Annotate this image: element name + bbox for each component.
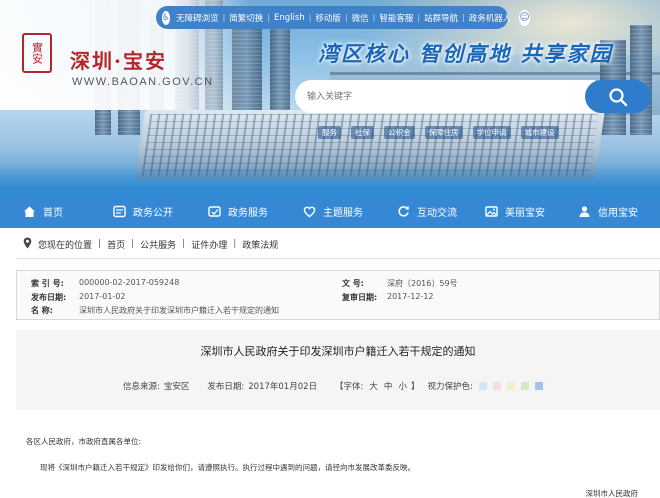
meta-doc-value: 深府〔2016〕59号	[387, 279, 458, 288]
article-title: 深圳市人民政府关于印发深圳市户籍迁入若干规定的通知	[200, 345, 476, 358]
breadcrumb-separator: |	[98, 239, 102, 249]
meta-doc-label: 文 号:	[342, 279, 364, 288]
refresh-icon	[396, 205, 410, 219]
person-icon	[577, 205, 591, 219]
top-link-mobile[interactable]: 移动版	[311, 12, 345, 24]
top-link-english[interactable]: English	[270, 13, 309, 23]
nav-label: 主题服务	[323, 208, 363, 219]
breadcrumb-prefix: 您现在的位置	[38, 240, 93, 251]
robot-icon[interactable]: ☺	[519, 9, 530, 26]
top-link-robot[interactable]: 政务机器人	[465, 12, 516, 24]
meta-review-label: 复审日期:	[342, 293, 378, 302]
site-url: WWW.BAOAN.GOV.CN	[72, 76, 214, 88]
service-icon	[207, 205, 221, 219]
image-icon	[484, 205, 498, 219]
article-info-bar: 信息来源: 宝安区 发布日期: 2017年01月02日 【字体: 大 中 小 】…	[123, 380, 543, 392]
ground-fade	[0, 165, 660, 195]
meta-pub-label: 发布日期:	[31, 293, 67, 302]
nav-item-home[interactable]: 首页	[22, 195, 63, 228]
color-swatch[interactable]	[520, 382, 529, 390]
top-link-traditional[interactable]: 简繁切换	[225, 12, 267, 24]
top-link-wechat[interactable]: 微信	[348, 12, 373, 24]
color-swatch[interactable]	[492, 382, 501, 390]
location-pin-icon	[23, 237, 32, 252]
document-meta-table: 索 引 号: 000000-02-2017-059248 文 号: 深府〔201…	[16, 270, 660, 320]
source-value: 宝安区	[163, 382, 190, 392]
breadcrumb-item-id-handling[interactable]: 证件办理	[191, 238, 227, 251]
nav-label: 互动交流	[417, 208, 457, 219]
nav-item-theme-service[interactable]: 主题服务	[302, 195, 363, 228]
color-swatch[interactable]	[506, 382, 515, 390]
article-header: 深圳市人民政府关于印发深圳市户籍迁入若干规定的通知 信息来源: 宝安区 发布日期…	[16, 330, 660, 410]
color-swatch[interactable]	[534, 382, 543, 390]
nav-label: 首页	[43, 208, 63, 219]
font-size-close: 】	[410, 382, 420, 392]
main-nav: 首页 政务公开 政务服务 主题服务 互动交流 美丽宝安 信用宝安	[0, 195, 660, 228]
nav-item-gov-affairs[interactable]: 政务公开	[112, 195, 173, 228]
vision-protect-label: 视力保护色:	[427, 382, 473, 392]
signoff: 深圳市人民政府	[585, 489, 639, 498]
meta-pub-value: 2017-01-02	[79, 292, 126, 301]
top-link-site-nav[interactable]: 站群导航	[420, 12, 462, 24]
nav-item-interaction[interactable]: 互动交流	[396, 195, 457, 228]
sub-link[interactable]: 保障住房	[424, 126, 463, 139]
breadcrumb-separator: |	[182, 239, 186, 249]
baoan-seal-logo[interactable]: 實安	[22, 33, 52, 73]
color-swatch[interactable]	[478, 382, 487, 390]
date-label: 发布日期:	[207, 382, 245, 392]
sub-link[interactable]: 服务	[318, 126, 341, 139]
nav-label: 美丽宝安	[505, 208, 545, 219]
nav-label: 政务服务	[228, 208, 268, 219]
divider	[16, 258, 660, 259]
header-banner: 實安 深圳·宝安 WWW.BAOAN.GOV.CN 湾区核心 智创高地 共享家园…	[0, 0, 660, 195]
meta-index-value: 000000-02-2017-059248	[79, 278, 180, 287]
heart-icon	[302, 205, 316, 219]
banner-sub-links: 服务 社保 公积金 保障住房 学位申请 城市建设	[318, 126, 559, 139]
font-size-large[interactable]: 大	[369, 380, 378, 392]
breadcrumb-separator: |	[233, 239, 237, 249]
nav-item-beautiful-baoan[interactable]: 美丽宝安	[484, 195, 545, 228]
top-link-smart-service[interactable]: 智能客服	[375, 12, 417, 24]
body-paragraph: 现将《深圳市户籍迁入若干规定》印发给你们，请遵照执行。执行过程中遇到的问题，请径…	[40, 463, 415, 472]
breadcrumb: 您现在的位置 | 首页 | 公共服务 | 证件办理 | 政策法规	[23, 236, 278, 252]
home-icon	[22, 205, 36, 219]
search-box	[295, 80, 651, 113]
font-size-label: 【字体:	[335, 382, 364, 392]
top-links-bar: ♿ 无障碍浏览 | 简繁切换 | English | 移动版 | 微信 | 智能…	[156, 6, 530, 29]
nav-label: 政务公开	[133, 208, 173, 219]
seal-text: 實安	[30, 42, 44, 64]
meta-name-value: 深圳市人民政府关于印发深圳市户籍迁入若干规定的通知	[79, 306, 279, 315]
top-link-accessibility[interactable]: 无障碍浏览	[172, 12, 223, 24]
breadcrumb-item-home[interactable]: 首页	[107, 238, 125, 251]
font-size-small[interactable]: 小	[398, 380, 407, 392]
breadcrumb-item-policy[interactable]: 政策法规	[242, 238, 278, 251]
date-value: 2017年01月02日	[248, 382, 318, 392]
sub-link[interactable]: 城市建设	[520, 126, 559, 139]
source-label: 信息来源:	[123, 382, 160, 392]
breadcrumb-separator: |	[131, 239, 135, 249]
font-size-medium[interactable]: 中	[384, 380, 393, 392]
news-icon	[112, 205, 126, 219]
breadcrumb-item-public-service[interactable]: 公共服务	[140, 238, 176, 251]
sub-link[interactable]: 社保	[351, 126, 374, 139]
slogan: 湾区核心 智创高地 共享家园	[318, 41, 613, 66]
nav-item-gov-service[interactable]: 政务服务	[207, 195, 268, 228]
nav-item-credit-baoan[interactable]: 信用宝安	[577, 195, 638, 228]
accessibility-icon[interactable]: ♿	[162, 10, 171, 25]
meta-review-value: 2017-12-12	[387, 292, 434, 301]
sub-link[interactable]: 学位申请	[472, 126, 511, 139]
search-icon	[609, 87, 628, 106]
search-input[interactable]	[295, 80, 595, 113]
site-name[interactable]: 深圳·宝安	[70, 45, 167, 74]
search-button[interactable]	[585, 80, 651, 113]
meta-name-label: 名 称:	[31, 306, 53, 315]
meta-index-label: 索 引 号:	[31, 279, 64, 288]
sub-link[interactable]: 公积金	[384, 126, 415, 139]
salutation: 各区人民政府，市政府直属各单位:	[26, 437, 142, 446]
nav-label: 信用宝安	[598, 208, 638, 219]
